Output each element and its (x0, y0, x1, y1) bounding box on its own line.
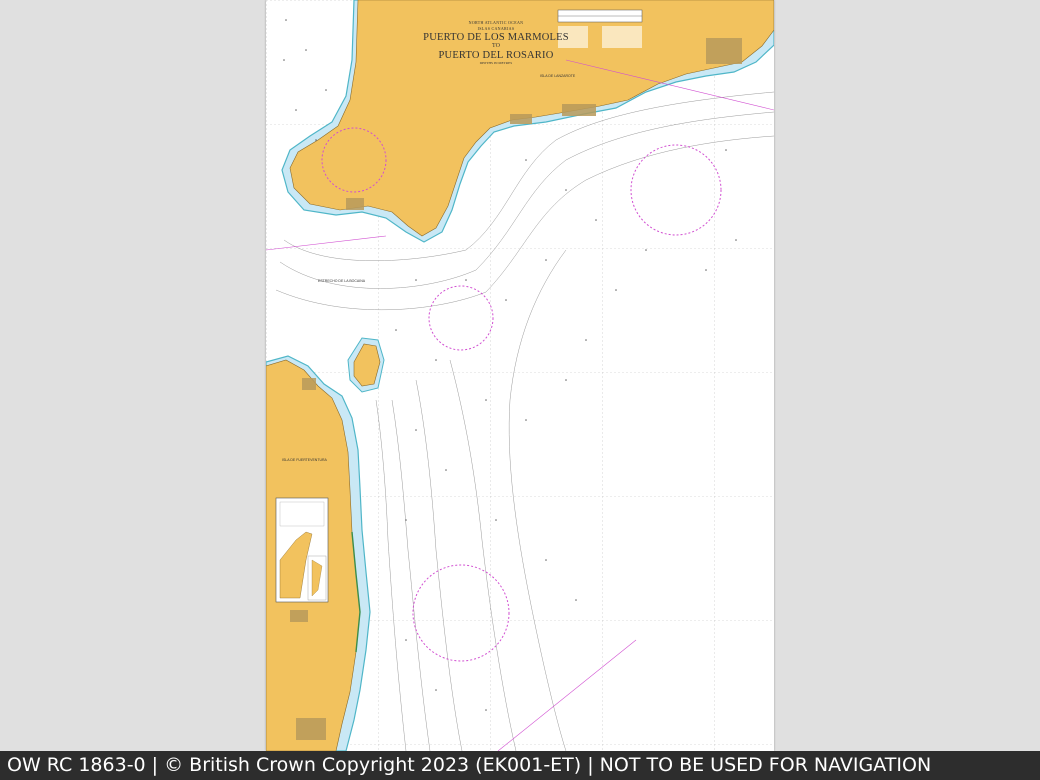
chart-title-block: NORTH ATLANTIC OCEAN ISLAS CANARIAS PUER… (396, 20, 596, 66)
island-label-fuerteventura: ISLA DE FUERTEVENTURA (282, 458, 327, 462)
title-line-2: PUERTO DEL ROSARIO (438, 50, 554, 61)
inset-map (275, 497, 329, 603)
copyright-footer: OW RC 1863-0 | © British Crown Copyright… (0, 751, 1040, 780)
chart-graphic (266, 0, 774, 751)
nautical-chart-sheet[interactable]: NORTH ATLANTIC OCEAN ISLAS CANARIAS PUER… (266, 0, 774, 751)
title-line-1: PUERTO DE LOS MARMOLES (423, 32, 569, 43)
strait-label: ESTRECHO DE LA BOCAINA (318, 279, 366, 283)
depths-note: DEPTHS IN METRES (479, 61, 513, 65)
island-label-lanzarote: ISLA DE LANZAROTE (540, 74, 576, 78)
chart-viewer[interactable]: NORTH ATLANTIC OCEAN ISLAS CANARIAS PUER… (0, 0, 1040, 751)
title-to: TO (492, 43, 500, 49)
